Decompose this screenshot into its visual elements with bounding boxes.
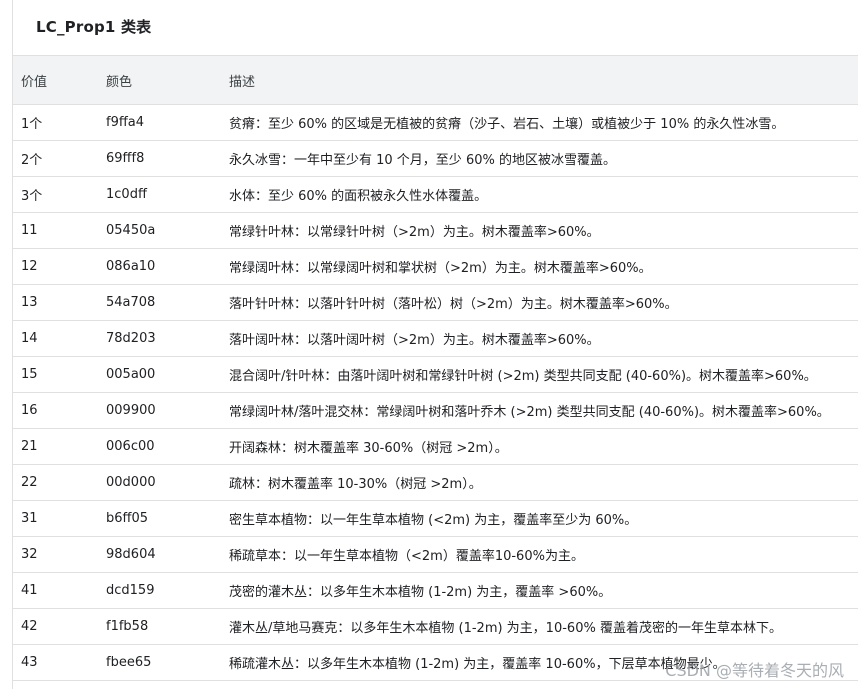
cell-value: 13 <box>13 284 106 321</box>
table-row: 12 086a10 常绿阔叶林：以常绿阔叶树和掌状树（>2m）为主。树木覆盖率>60… <box>13 248 858 285</box>
cell-description: 落叶阔叶林：以落叶阔叶树（>2m）为主。树木覆盖率>60%。 <box>229 320 858 357</box>
header-value: 价值 <box>13 56 106 105</box>
cell-description: 贫瘠：至少 60% 的区域是无植被的贫瘠（沙子、岩石、土壤）或植被少于 10% … <box>229 104 858 141</box>
cell-value: 31 <box>13 500 106 537</box>
cell-value: 21 <box>13 428 106 465</box>
cell-value: 42 <box>13 608 106 645</box>
cell-description: 茂密的灌木丛：以多年生木本植物 (1-2m) 为主，覆盖率 >60%。 <box>229 572 858 609</box>
cell-value: 2个 <box>13 140 106 177</box>
cell-color: fbee65 <box>106 644 229 681</box>
watermark: CSDN @等待着冬天的风 <box>665 661 844 680</box>
cell-description: 混合阔叶/针叶林：由落叶阔叶树和常绿针叶树 (>2m) 类型共同支配 (40-6… <box>229 356 858 393</box>
cell-color: 00d000 <box>106 464 229 501</box>
table-row: 41 dcd159 茂密的灌木丛：以多年生木本植物 (1-2m) 为主，覆盖率 >6… <box>13 572 858 609</box>
cell-description: 常绿阔叶林：以常绿阔叶树和掌状树（>2m）为主。树木覆盖率>60%。 <box>229 248 858 285</box>
table-row: 42 f1fb58 灌木丛/草地马赛克：以多年生木本植物 (1-2m) 为主，10-… <box>13 608 858 645</box>
table-row: 21 006c00 开阔森林：树木覆盖率 30-60%（树冠 >2m）。 <box>13 428 858 465</box>
header-description: 描述 <box>229 56 858 105</box>
cell-value: 11 <box>13 212 106 249</box>
cell-color: 54a708 <box>106 284 229 321</box>
cell-value: 32 <box>13 536 106 573</box>
cell-color: 98d604 <box>106 536 229 573</box>
cell-value: 3个 <box>13 176 106 213</box>
table-row: 22 00d000 疏林：树木覆盖率 10-30%（树冠 >2m）。 <box>13 464 858 501</box>
cell-color: b6ff05 <box>106 500 229 537</box>
table-header-row: 价值 颜色 描述 <box>13 56 858 105</box>
table-row: 14 78d203 落叶阔叶林：以落叶阔叶树（>2m）为主。树木覆盖率>60%。 <box>13 320 858 357</box>
table-row: 13 54a708 落叶针叶林：以落叶针叶树（落叶松）树（>2m）为主。树木覆盖率>… <box>13 284 858 321</box>
table-row: 15 005a00 混合阔叶/针叶林：由落叶阔叶树和常绿针叶树 (>2m) 类型共同… <box>13 356 858 393</box>
page-title: LC_Prop1 类表 <box>13 0 858 56</box>
cell-value: 43 <box>13 644 106 681</box>
cell-color: 006c00 <box>106 428 229 465</box>
table-row: 31 b6ff05 密生草本植物：以一年生草本植物 (<2m) 为主，覆盖率至少为 … <box>13 500 858 537</box>
cell-color: 1c0dff <box>106 176 229 213</box>
cell-description: 灌木丛/草地马赛克：以多年生木本植物 (1-2m) 为主，10-60% 覆盖着茂… <box>229 608 858 645</box>
table-row: 2个 69fff8 永久冰雪：一年中至少有 10 个月，至少 60% 的地区被冰雪覆… <box>13 140 858 177</box>
cell-color: 78d203 <box>106 320 229 357</box>
cell-color: f1fb58 <box>106 608 229 645</box>
cell-color: f9ffa4 <box>106 104 229 141</box>
cell-description: 疏林：树木覆盖率 10-30%（树冠 >2m）。 <box>229 464 858 501</box>
content-panel: LC_Prop1 类表 价值 颜色 描述 1个 f9ffa4 贫瘠：至少 60% 的… <box>12 0 858 689</box>
table-row: 11 05450a 常绿针叶林：以常绿针叶树（>2m）为主。树木覆盖率>60%。 <box>13 212 858 249</box>
cell-description: 开阔森林：树木覆盖率 30-60%（树冠 >2m）。 <box>229 428 858 465</box>
cell-description: 常绿阔叶林/落叶混交林：常绿阔叶树和落叶乔木 (>2m) 类型共同支配 (40-… <box>229 392 858 429</box>
cell-color: 05450a <box>106 212 229 249</box>
table-row: 16 009900 常绿阔叶林/落叶混交林：常绿阔叶树和落叶乔木 (>2m) 类型共… <box>13 392 858 429</box>
table-row: 3个 1c0dff 水体：至少 60% 的面积被永久性水体覆盖。 <box>13 176 858 213</box>
cell-value: 15 <box>13 356 106 393</box>
table-row: 32 98d604 稀疏草本：以一年生草本植物（<2m）覆盖率10-60%为主。 <box>13 536 858 573</box>
cell-value: 41 <box>13 572 106 609</box>
cell-description: 常绿针叶林：以常绿针叶树（>2m）为主。树木覆盖率>60%。 <box>229 212 858 249</box>
cell-color: 086a10 <box>106 248 229 285</box>
cell-color: dcd159 <box>106 572 229 609</box>
cell-value: 12 <box>13 248 106 285</box>
cell-color: 69fff8 <box>106 140 229 177</box>
cell-value: 22 <box>13 464 106 501</box>
cell-value: 14 <box>13 320 106 357</box>
cell-value: 1个 <box>13 104 106 141</box>
table-row: 1个 f9ffa4 贫瘠：至少 60% 的区域是无植被的贫瘠（沙子、岩石、土壤）或植… <box>13 104 858 141</box>
header-color: 颜色 <box>106 56 229 105</box>
cell-value: 16 <box>13 392 106 429</box>
cell-description: 永久冰雪：一年中至少有 10 个月，至少 60% 的地区被冰雪覆盖。 <box>229 140 858 177</box>
cell-description: 稀疏草本：以一年生草本植物（<2m）覆盖率10-60%为主。 <box>229 536 858 573</box>
cell-description: 密生草本植物：以一年生草本植物 (<2m) 为主，覆盖率至少为 60%。 <box>229 500 858 537</box>
class-table: 价值 颜色 描述 1个 f9ffa4 贫瘠：至少 60% 的区域是无植被的贫瘠（沙子… <box>13 56 858 681</box>
cell-color: 005a00 <box>106 356 229 393</box>
cell-description: 水体：至少 60% 的面积被永久性水体覆盖。 <box>229 176 858 213</box>
cell-description: 落叶针叶林：以落叶针叶树（落叶松）树（>2m）为主。树木覆盖率>60%。 <box>229 284 858 321</box>
cell-color: 009900 <box>106 392 229 429</box>
